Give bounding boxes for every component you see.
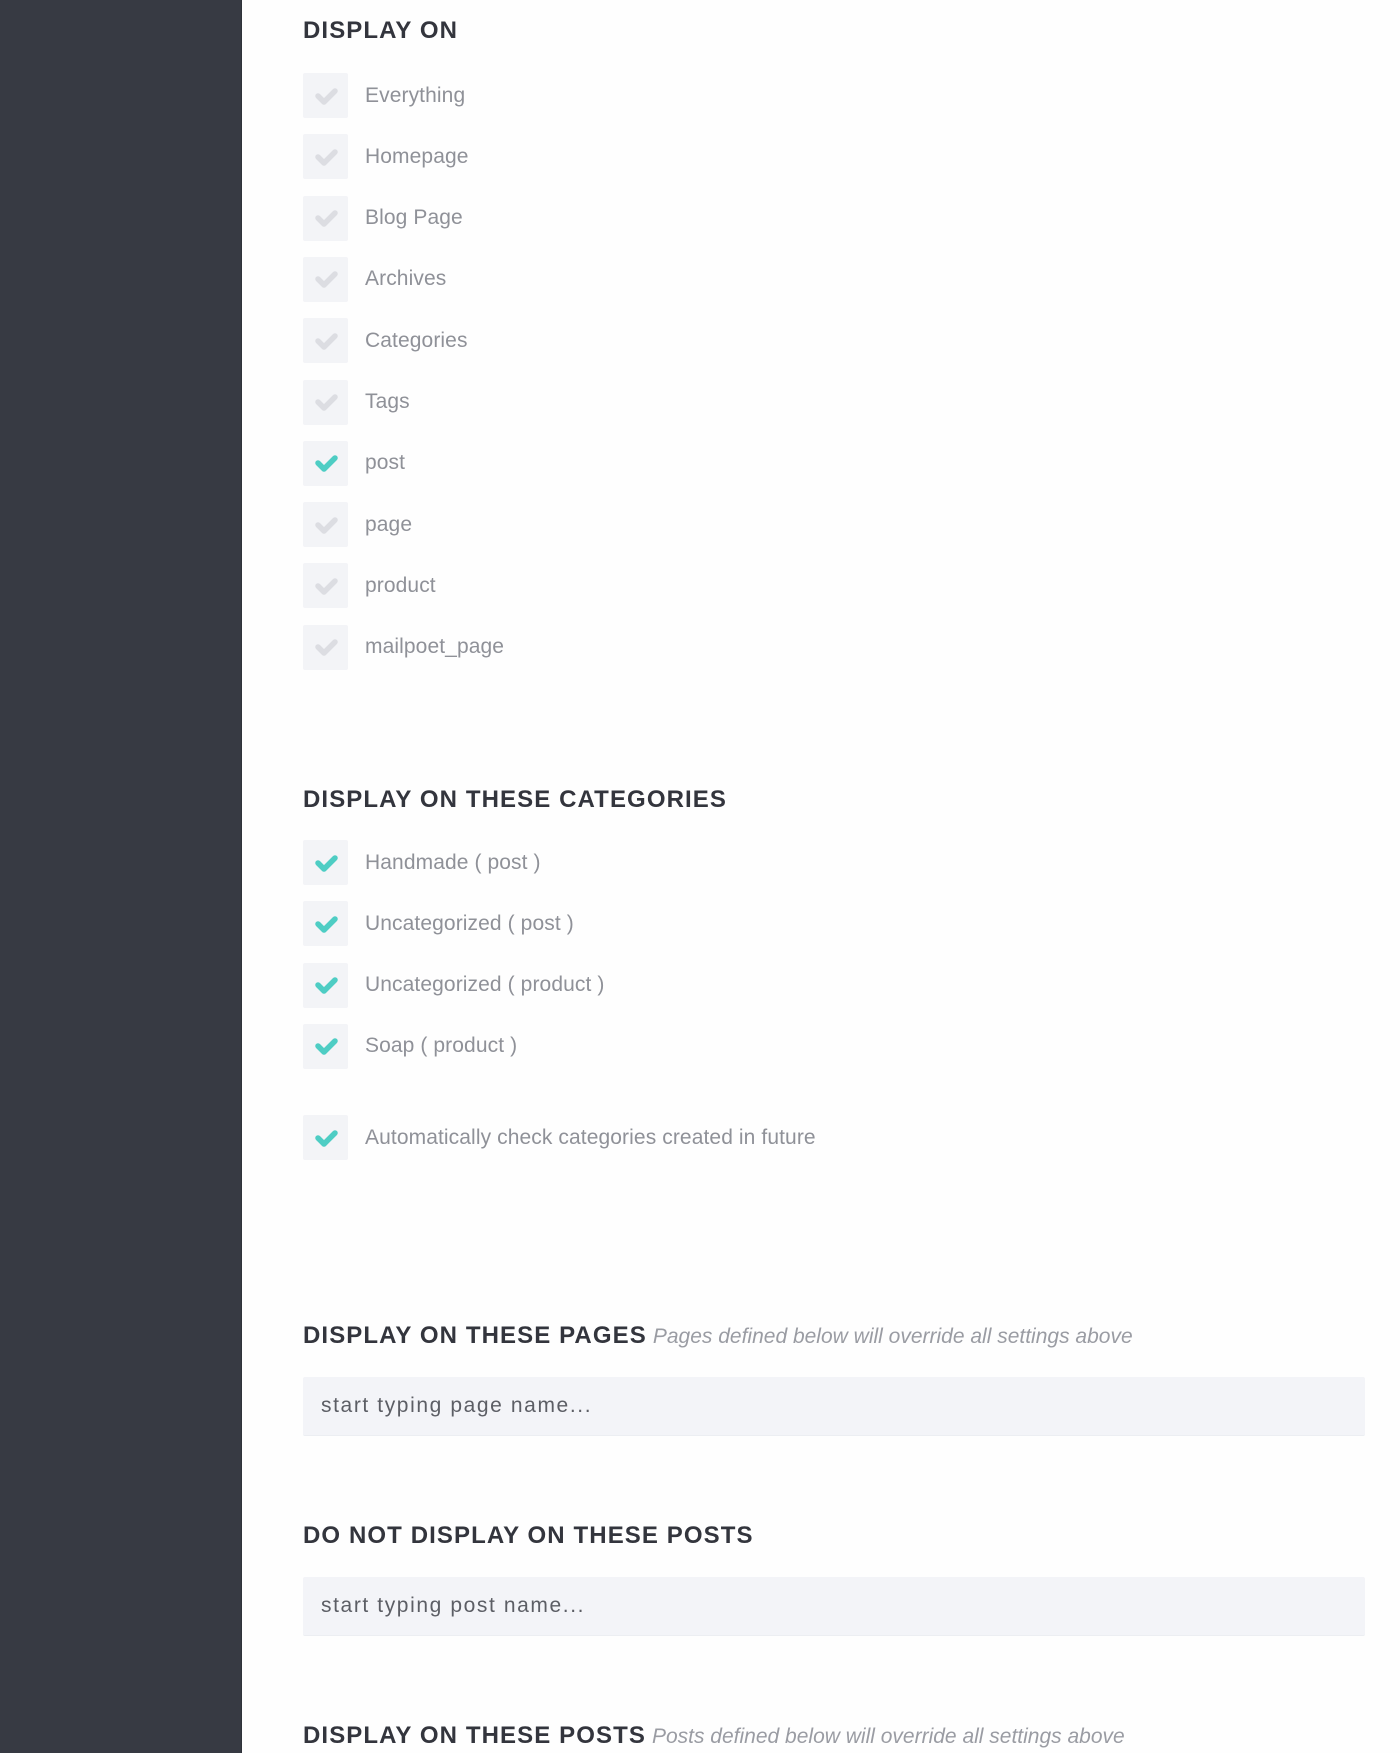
category-option-soap-product[interactable]: Soap ( product ) — [303, 1023, 518, 1069]
checkmark-icon — [314, 394, 338, 411]
checkbox[interactable] — [303, 840, 348, 885]
posts-heading-title: DISPLAY ON THESE POSTS — [303, 1722, 646, 1749]
checkbox-label: Archives — [365, 267, 447, 291]
checkbox-label: Blog Page — [365, 206, 463, 230]
categories-heading: DISPLAY ON THESE CATEGORIES — [303, 786, 728, 813]
checkbox-label: Categories — [365, 328, 468, 352]
checkbox-label: Everything — [365, 83, 466, 107]
checkbox[interactable] — [303, 563, 348, 609]
checkbox[interactable] — [303, 1023, 348, 1069]
auto-check-categories-checkbox[interactable]: Automatically check categories created i… — [303, 1115, 816, 1160]
display-on-option-mailpoet-page[interactable]: mailpoet_page — [303, 624, 505, 670]
display-on-option-homepage[interactable]: Homepage — [303, 134, 469, 180]
checkbox[interactable] — [303, 256, 348, 302]
category-option-handmade-post[interactable]: Handmade ( post ) — [303, 840, 541, 885]
checkbox[interactable] — [303, 379, 348, 425]
checkbox-label: Homepage — [365, 144, 469, 168]
checkbox[interactable] — [303, 440, 348, 486]
display-on-option-product[interactable]: product — [303, 563, 436, 609]
checkmark-icon — [314, 854, 338, 872]
checkbox-label: Tags — [365, 390, 410, 413]
checkmark-icon — [314, 1038, 338, 1056]
checkbox[interactable] — [303, 73, 348, 118]
checkbox[interactable] — [303, 502, 348, 548]
checkmark-icon — [314, 578, 338, 595]
checkbox-label: mailpoet_page — [365, 635, 505, 659]
checkmark-icon — [314, 516, 338, 534]
checkbox-label: Soap ( product ) — [365, 1034, 518, 1058]
pages-heading-note: Pages defined below will override all se… — [652, 1325, 1133, 1348]
checkbox-label: Uncategorized ( post ) — [365, 911, 574, 935]
exclude-posts-search-input[interactable] — [303, 1577, 1365, 1636]
display-on-option-blog-page[interactable]: Blog Page — [303, 195, 463, 241]
display-on-option-tags[interactable]: Tags — [303, 379, 410, 425]
checkbox-label: Uncategorized ( product ) — [365, 973, 605, 997]
checkbox[interactable] — [303, 901, 348, 947]
posts-heading: DISPLAY ON THESE POSTS Posts defined belo… — [303, 1722, 1125, 1751]
checkbox-label: post — [365, 451, 406, 475]
display-on-option-categories[interactable]: Categories — [303, 318, 468, 364]
checkbox[interactable] — [303, 962, 348, 1008]
checkmark-icon — [314, 916, 338, 933]
category-option-uncategorized-product[interactable]: Uncategorized ( product ) — [303, 962, 605, 1008]
checkmark-icon — [314, 271, 338, 289]
checkmark-icon — [314, 455, 338, 473]
checkbox[interactable] — [303, 134, 348, 180]
checkbox[interactable] — [303, 195, 348, 241]
checkbox-label: Handmade ( post ) — [365, 850, 541, 874]
checkmark-icon — [314, 87, 338, 105]
posts-heading-note: Posts defined below will override all se… — [651, 1725, 1125, 1748]
display-on-option-post[interactable]: post — [303, 440, 406, 486]
checkbox-label: page — [365, 512, 413, 536]
checkmark-icon — [314, 149, 338, 166]
checkmark-icon — [314, 977, 338, 994]
checkmark-icon — [314, 210, 338, 227]
exclude-posts-heading: DO NOT DISPLAY ON THESE POSTS — [303, 1522, 754, 1549]
display-on-option-archives[interactable]: Archives — [303, 256, 447, 302]
checkmark-icon — [314, 332, 338, 350]
checkbox-label: product — [365, 573, 436, 597]
display-on-heading: DISPLAY ON — [303, 17, 459, 44]
checkbox[interactable] — [303, 624, 348, 670]
category-option-uncategorized-post[interactable]: Uncategorized ( post ) — [303, 901, 574, 947]
pages-heading: DISPLAY ON THESE PAGES Pages defined belo… — [303, 1322, 1133, 1351]
checkbox[interactable] — [303, 1115, 348, 1160]
display-on-option-page[interactable]: page — [303, 502, 413, 548]
display-on-option-everything[interactable]: Everything — [303, 73, 465, 118]
pages-heading-title: DISPLAY ON THESE PAGES — [303, 1322, 647, 1349]
display-settings-panel: DISPLAY ON Everything Homepage Blog Page Ar… — [242, 0, 1400, 1753]
checkmark-icon — [314, 639, 338, 656]
auto-check-categories-label: Automatically check categories created i… — [365, 1125, 816, 1149]
sidebar — [0, 0, 242, 1753]
pages-search-input[interactable] — [303, 1377, 1365, 1436]
checkmark-icon — [314, 1129, 338, 1147]
checkbox[interactable] — [303, 318, 348, 364]
